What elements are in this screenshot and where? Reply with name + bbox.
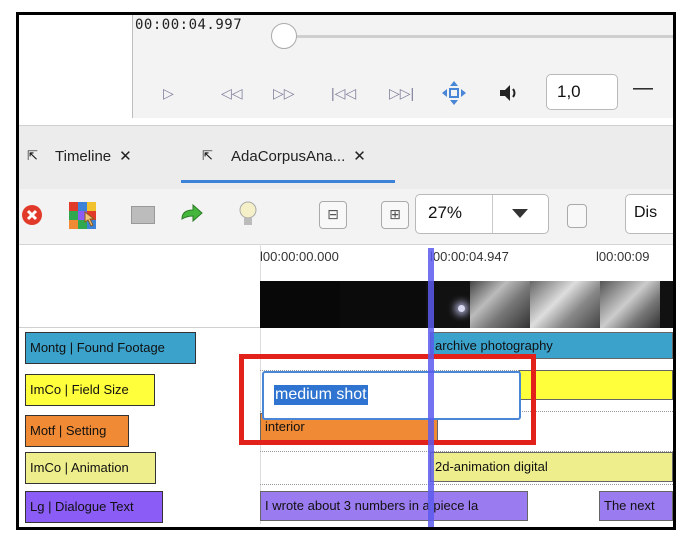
thumbnail <box>260 281 340 328</box>
zoom-out-button[interactable]: — <box>633 77 653 100</box>
timeline-toolbar: ⊟ ⊞ 27% Dis <box>19 189 673 245</box>
close-icon[interactable]: ✕ <box>119 148 132 165</box>
zoom-divider <box>492 195 493 233</box>
annotation-animation[interactable]: 2d-animation digital <box>430 452 673 482</box>
video-preview <box>19 15 133 118</box>
light-glow <box>458 305 465 312</box>
tab-timeline-label: Timeline <box>55 148 112 165</box>
seek-knob[interactable] <box>271 23 297 49</box>
playback-rate-input[interactable]: 1,0 <box>546 74 618 110</box>
skip-start-icon[interactable]: |◁◁ <box>331 85 356 102</box>
rewind-icon[interactable]: ◁◁ <box>221 85 243 102</box>
track-label-setting[interactable]: Motf | Setting <box>25 415 129 447</box>
annotation-field-size[interactable] <box>519 370 673 400</box>
ruler-time-1: l00:00:04.947 <box>430 249 509 264</box>
ruler-time-2: l00:00:09 <box>596 249 650 264</box>
thumbnail <box>340 281 426 328</box>
redo-arrow-icon[interactable] <box>179 203 205 225</box>
skip-end-icon[interactable]: ▷▷| <box>389 85 414 102</box>
highlight-box <box>239 354 536 445</box>
volume-icon[interactable] <box>497 82 519 104</box>
current-timecode: 00:00:04.997 <box>135 17 243 33</box>
clip-button[interactable] <box>567 204 587 228</box>
thumbnail <box>600 281 660 328</box>
collapse-button[interactable]: ⊟ <box>319 201 347 229</box>
ruler-time-0: l00:00:00.000 <box>260 249 339 264</box>
thumbnail <box>530 281 600 328</box>
seek-track[interactable] <box>283 35 673 38</box>
fast-forward-icon[interactable]: ▷▷ <box>273 85 295 102</box>
lightbulb-icon[interactable] <box>239 200 257 228</box>
annotation-dialogue-1[interactable]: I wrote about 3 numbers in a piece la <box>260 491 528 521</box>
track-label-found-footage[interactable]: Montg | Found Footage <box>25 332 196 364</box>
active-tab-indicator <box>181 180 395 183</box>
move-icon[interactable] <box>441 80 467 106</box>
zoom-value: 27% <box>428 203 463 222</box>
annotation-dialogue-2[interactable]: The next <box>599 491 673 521</box>
app-window: 00:00:04.997 ▷ ◁◁ ▷▷ |◁◁ ▷▷| 1,0 — ⇱ Tim… <box>16 12 676 530</box>
display-button[interactable]: Dis <box>625 194 673 234</box>
zoom-select[interactable]: 27% <box>415 194 549 234</box>
thumbnail <box>470 281 530 328</box>
tab-adacorpus[interactable]: AdaCorpusAna... ✕ <box>231 147 366 165</box>
rectangle-icon[interactable] <box>131 206 155 224</box>
color-palette-icon[interactable] <box>67 198 101 232</box>
row-separator <box>260 484 673 485</box>
video-filmstrip <box>260 281 673 328</box>
track-label-field-size[interactable]: ImCo | Field Size <box>25 374 155 406</box>
detach-icon[interactable]: ⇱ <box>27 148 38 164</box>
tab-adacorpus-label: AdaCorpusAna... <box>231 148 346 165</box>
track-label-animation[interactable]: ImCo | Animation <box>25 452 156 484</box>
display-button-label: Dis <box>634 204 658 221</box>
player-controls: 00:00:04.997 ▷ ◁◁ ▷▷ |◁◁ ▷▷| 1,0 — <box>133 15 673 118</box>
expand-button[interactable]: ⊞ <box>381 201 409 229</box>
close-icon[interactable]: ✕ <box>353 148 366 165</box>
track-header-divider <box>19 327 260 328</box>
playhead[interactable] <box>428 248 434 527</box>
tab-timeline[interactable]: Timeline ✕ <box>55 147 132 165</box>
play-icon[interactable]: ▷ <box>163 85 174 102</box>
tab-bar: ⇱ Timeline ✕ ⇱ AdaCorpusAna... ✕ <box>19 125 673 190</box>
track-label-dialogue-text[interactable]: Lg | Dialogue Text <box>25 491 163 523</box>
delete-icon[interactable] <box>21 204 43 226</box>
chevron-down-icon <box>512 209 528 218</box>
detach-icon[interactable]: ⇱ <box>202 148 213 164</box>
